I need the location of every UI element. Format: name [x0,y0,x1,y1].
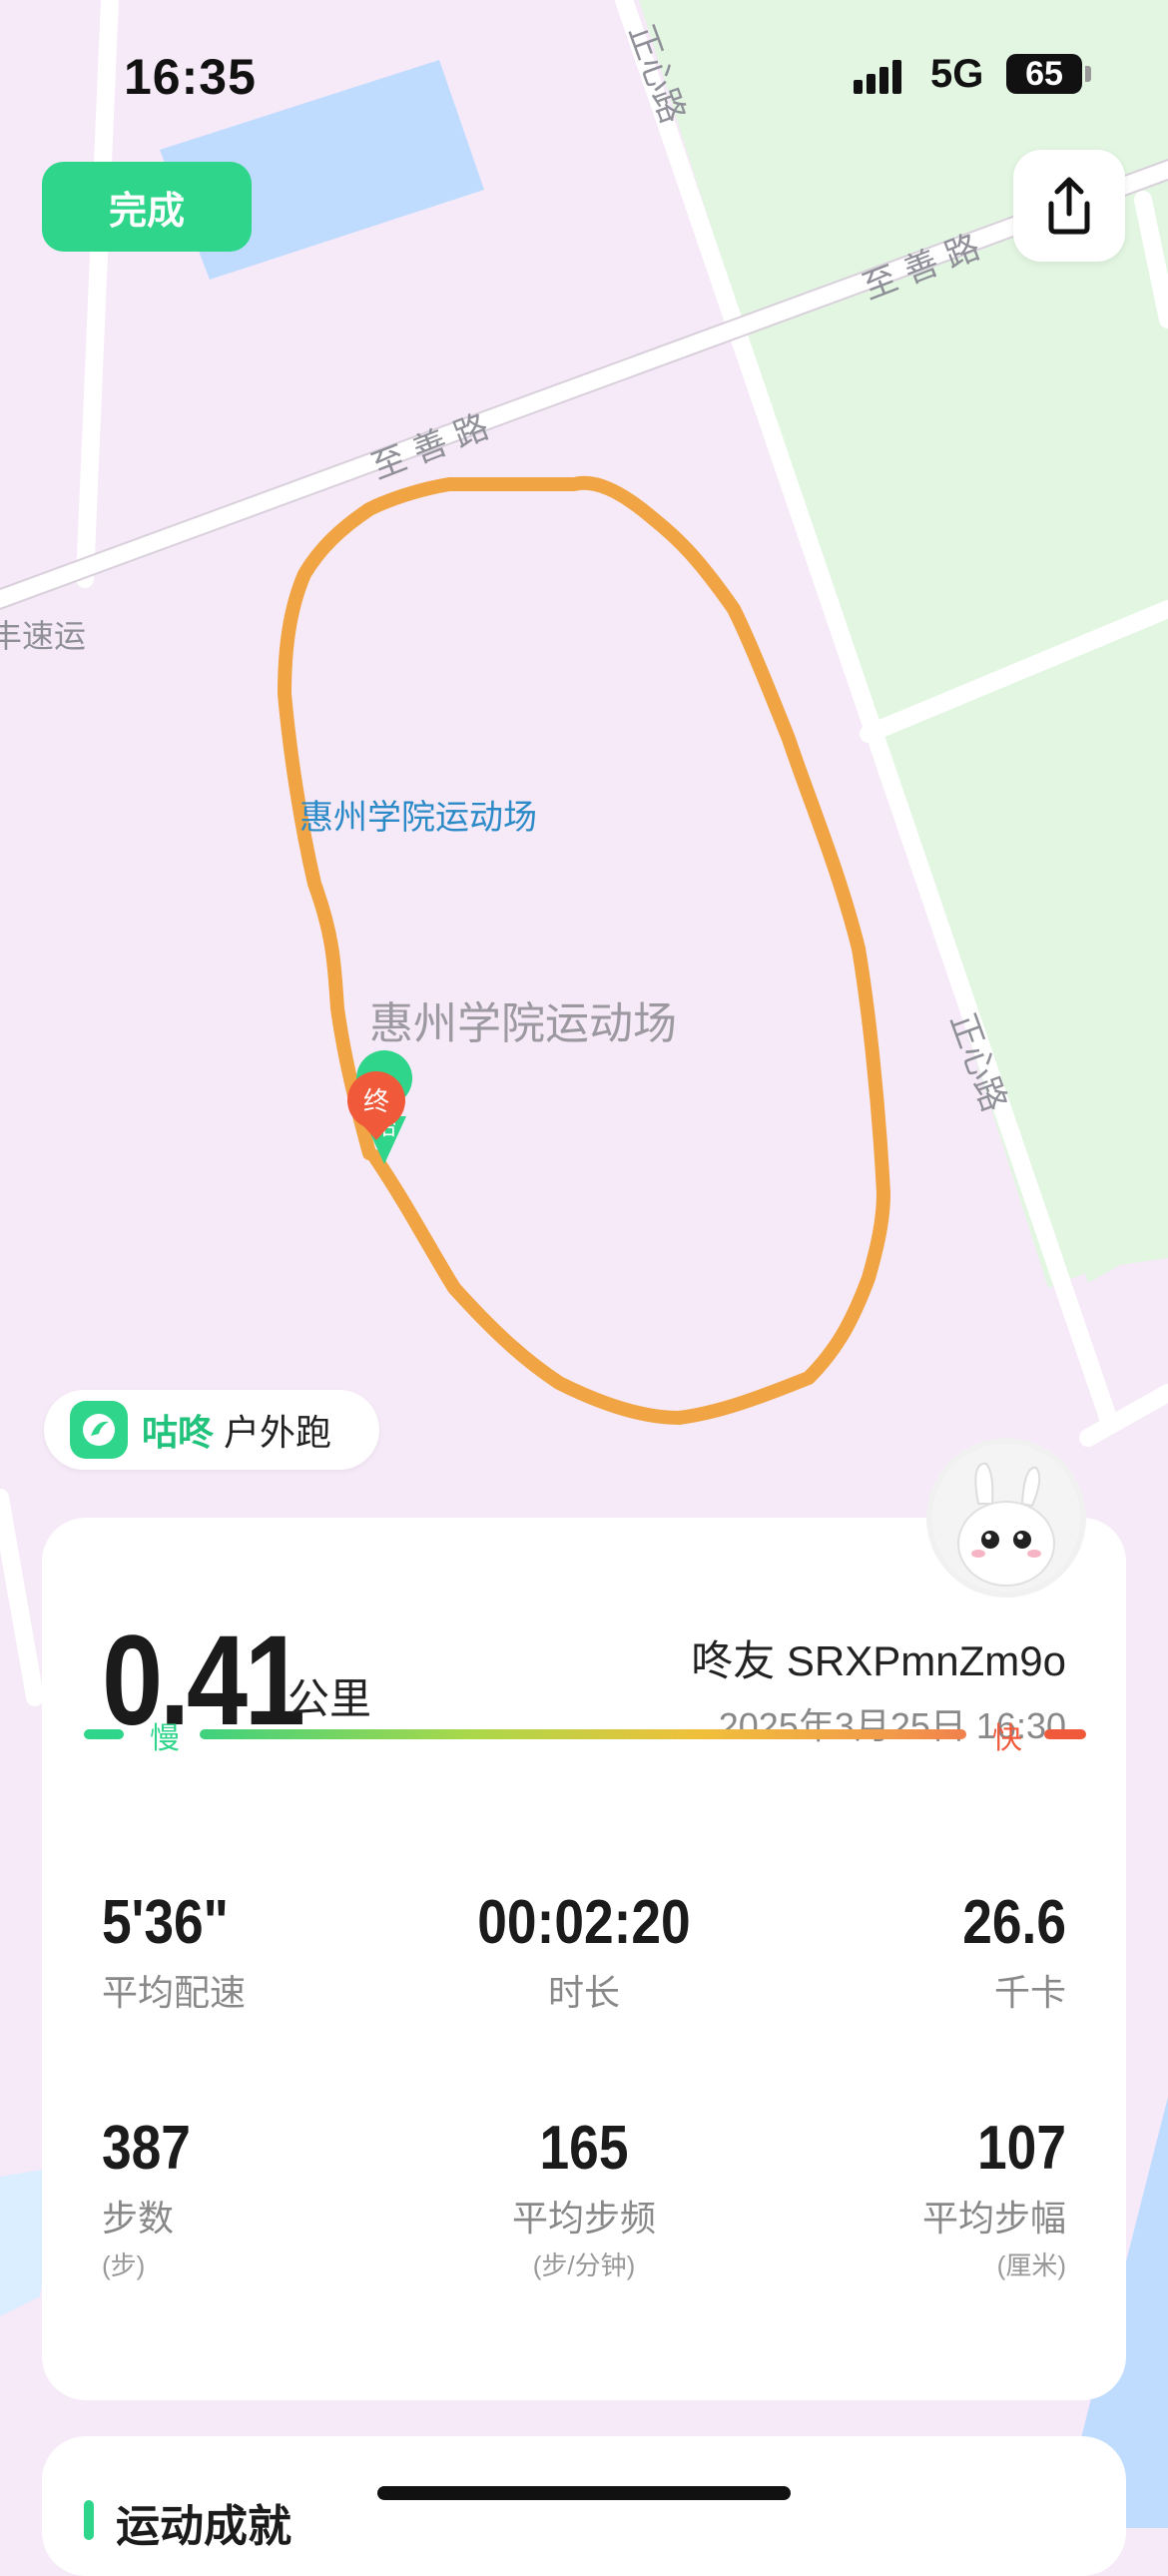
bunny-avatar-icon [932,1444,1080,1592]
home-indicator[interactable] [377,2486,791,2500]
svg-text:终: 终 [363,1087,389,1117]
stat-calories: 26.6 千卡 [707,1887,1066,2016]
pace-slow-label: 慢 [150,1722,180,1755]
road-label: 丰速运 [0,617,86,655]
stat-value: 165 [539,2114,629,2183]
achievement-card[interactable]: 运动成就 [42,2436,1126,2576]
pace-fast-dash [1044,1729,1086,1739]
route-path [278,475,890,1425]
summary-card: 0.41 公里 咚友 SRXPmnZm9o 2025年3月25日 16:30 慢… [42,1518,1126,2400]
status-bar: 16:35 5G 65 [0,48,1168,108]
stat-value: 26.6 [962,1888,1066,1957]
pace-fast-label: 快 [992,1722,1022,1755]
poi-label: 惠州学院运动场 [369,998,677,1049]
road-label: 至善路 [366,403,504,488]
activity-type: 户外跑 [224,1412,332,1453]
share-icon [1048,177,1090,235]
road [0,1489,44,1706]
poi-label: 惠州学院运动场 [299,798,537,838]
status-time: 16:35 [124,49,257,105]
pace-gradient-bar [200,1729,966,1739]
avatar[interactable] [926,1438,1086,1598]
stat-value: 107 [977,2114,1066,2183]
pace-slow-dash [84,1729,124,1739]
stat-value: 387 [102,2114,191,2183]
battery-cap [1085,66,1091,82]
stat-value: 00:02:20 [477,1888,691,1957]
brand-pill: 咕咚 户外跑 [44,1390,379,1470]
achievement-title: 运动成就 [116,2502,292,2551]
stat-label: 千卡 [993,1972,1066,2013]
stat-stride: 107 平均步幅 (厘米) [707,2113,1066,2282]
done-button[interactable]: 完成 [42,162,252,252]
network-type: 5G [930,52,984,96]
battery-level: 65 [1025,55,1063,93]
achievement-accent-bar [84,2500,94,2540]
user-name: 咚友 SRXPmnZm9o [691,1637,1066,1684]
brand-name: 咕咚 [142,1412,215,1453]
battery-icon: 65 [1006,54,1082,94]
stat-label: 平均步幅 [921,2198,1066,2239]
stat-value: 5'36" [102,1888,229,1957]
codoon-logo-icon [70,1401,128,1459]
signal-icon [854,60,901,94]
stat-unit: (厘米) [996,2251,1066,2280]
distance-unit: 公里 [288,1675,372,1722]
share-button[interactable] [1013,150,1125,262]
